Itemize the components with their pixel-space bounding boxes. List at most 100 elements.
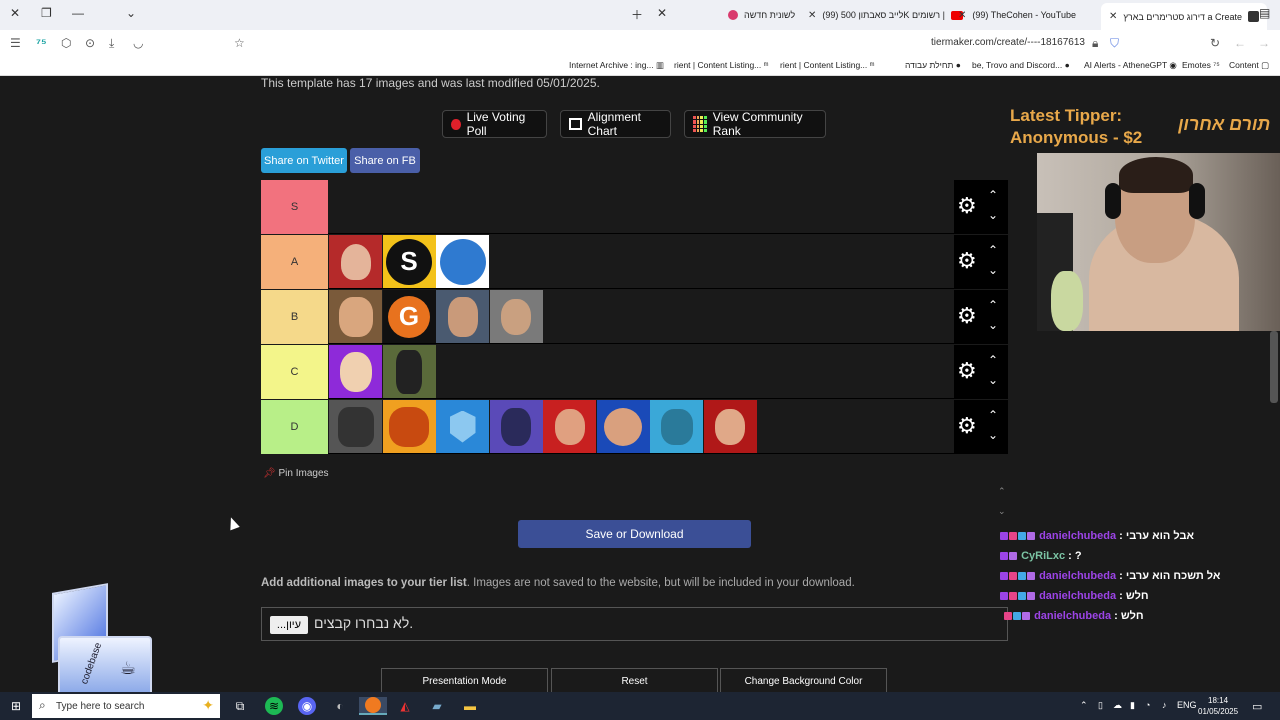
tier-image[interactable] (329, 345, 382, 398)
tier-image[interactable] (436, 290, 489, 343)
tab-list-chevron-icon[interactable]: ⌄ (126, 6, 136, 20)
pocket-icon[interactable]: ◡ (133, 36, 143, 50)
tier-image[interactable] (329, 235, 382, 288)
forward-icon[interactable]: ← (1234, 36, 1246, 50)
extensions-puzzle-icon[interactable]: ⬡ (61, 36, 71, 50)
firefox-icon[interactable] (359, 697, 387, 715)
reset-button[interactable]: Reset (551, 668, 718, 692)
bookmark-emotes[interactable]: Emotes ⁷⁵ (1182, 60, 1220, 70)
gear-icon[interactable]: ⚙ (957, 305, 977, 327)
minimize-window-icon[interactable]: — (72, 6, 84, 20)
spotify-icon[interactable]: ≋ (265, 697, 283, 715)
file-upload-input[interactable]: ...עיון לא נבחרו קבצים. (261, 607, 1008, 641)
restore-window-icon[interactable]: ❐ (41, 6, 52, 20)
reload-icon[interactable]: ↻ (1210, 36, 1220, 50)
close-tab-icon[interactable]: ✕ (1109, 11, 1117, 22)
tier-label-b[interactable]: B (261, 290, 328, 344)
new-tab-icon[interactable]: ＋ (631, 6, 643, 23)
task-view-icon[interactable]: ⧉ (231, 697, 249, 715)
tier-image[interactable] (436, 235, 489, 288)
notifications-icon[interactable]: ▭ (1252, 700, 1262, 713)
bookmark-trovo-discord[interactable]: be, Trovo and Discord... ● (972, 60, 1070, 70)
bookmark-content-listing-1[interactable]: rient | Content Listing... ᵐ (780, 60, 875, 70)
tier-image[interactable] (436, 400, 489, 453)
tray-network-icon[interactable]: ☁ (1113, 700, 1122, 711)
tier-image[interactable]: G (382, 290, 436, 343)
tab-actions-icon[interactable]: ▤ (1259, 6, 1270, 20)
windows-start-icon[interactable]: ⊞ (7, 697, 25, 715)
scroll-down-icon[interactable]: ⌄ (998, 506, 1006, 517)
close-window-icon[interactable]: ✕ (10, 6, 20, 20)
chevron-down-icon[interactable]: ⌄ (988, 208, 998, 222)
chevron-down-icon[interactable]: ⌄ (988, 318, 998, 332)
scrollbar-thumb[interactable] (1270, 331, 1278, 403)
obs-icon[interactable]: ◭ (396, 697, 414, 715)
chevron-down-icon[interactable]: ⌄ (988, 428, 998, 442)
language-indicator[interactable]: ENG (1177, 700, 1197, 710)
tray-app-icon[interactable]: ▯ (1098, 700, 1103, 711)
tier-image[interactable]: S (382, 235, 436, 288)
tier-image[interactable] (596, 400, 650, 453)
gear-icon[interactable]: ⚙ (957, 250, 977, 272)
app-icon[interactable]: ▰ (428, 697, 446, 715)
presentation-mode-button[interactable]: Presentation Mode (381, 668, 548, 692)
close-tab-icon[interactable]: ✕ (808, 10, 816, 21)
bookmark-ai-alerts[interactable]: AI Alerts - AtheneGPT ◉ (1084, 60, 1177, 71)
save-download-button[interactable]: Save or Download (518, 520, 751, 548)
file-explorer-icon[interactable]: ▬ (461, 697, 479, 715)
back-icon[interactable]: → (1258, 36, 1270, 50)
view-community-rank-button[interactable]: View Community Rank (684, 110, 826, 138)
tray-mic-icon[interactable]: ▮ (1130, 700, 1135, 711)
tier-label-d[interactable]: D (261, 400, 328, 454)
url-field[interactable]: tiermaker.com/create/----18167613 (931, 37, 1085, 48)
chevron-up-icon[interactable]: ⌃ (988, 243, 998, 257)
tier-image[interactable] (703, 400, 757, 453)
tray-wifi-icon[interactable]: ◔ (1145, 700, 1150, 710)
pin-images-toggle[interactable]: 📌︎ Pin Images (263, 468, 329, 479)
gear-icon[interactable]: ⚙ (957, 195, 977, 217)
bookmark-internet-archive[interactable]: Internet Archive : ing... ▥ (569, 60, 664, 71)
chevron-down-icon[interactable]: ⌄ (988, 263, 998, 277)
menu-icon[interactable]: ☰ (10, 36, 21, 50)
tier-label-c[interactable]: C (261, 345, 328, 399)
live-voting-poll-button[interactable]: Live Voting Poll (442, 110, 547, 138)
tier-image[interactable] (543, 400, 596, 453)
discord-icon[interactable]: ◉ (298, 697, 316, 715)
tier-label-a[interactable]: A (261, 235, 328, 289)
tab-new-tab[interactable]: לשונית חדשה (720, 3, 803, 27)
steam-icon[interactable]: ◐ (331, 697, 349, 715)
chevron-up-icon[interactable]: ⌃ (988, 353, 998, 367)
share-fb-button[interactable]: Share on FB (350, 148, 420, 173)
taskbar-clock[interactable]: 18:14 01/05/2025 (1198, 695, 1238, 717)
tier-label-s[interactable]: S (261, 180, 328, 234)
download-icon[interactable]: ⤓ (109, 36, 114, 51)
share-twitter-button[interactable]: Share on Twitter (261, 148, 347, 173)
close-tab-icon[interactable]: ✕ (958, 10, 966, 21)
gear-icon[interactable]: ⚙ (957, 360, 977, 382)
tier-image[interactable] (650, 400, 703, 453)
browse-files-button[interactable]: ...עיון (270, 616, 308, 634)
change-background-color-button[interactable]: Change Background Color (720, 668, 887, 692)
tier-image[interactable] (329, 400, 382, 453)
tray-volume-icon[interactable]: ♪ (1162, 700, 1167, 710)
bookmark-start-work[interactable]: תחילת עבודה ● (905, 60, 961, 70)
close-tab-icon[interactable]: ✕ (657, 6, 667, 20)
chevron-up-icon[interactable]: ⌃ (988, 408, 998, 422)
tier-image[interactable] (382, 345, 436, 398)
chevron-up-icon[interactable]: ⌃ (988, 298, 998, 312)
tab-live-subathon[interactable]: ✕ (99) לייב סאבתון 500K רשומים | (800, 3, 971, 27)
lock-icon[interactable]: 🔒︎ (1092, 36, 1098, 51)
tab-tiermaker-create[interactable]: ✕ דירוג סטרימרים בארץ a Create (1101, 3, 1268, 30)
bookmark-star-icon[interactable]: ☆ (234, 36, 245, 50)
tier-image[interactable] (382, 400, 436, 453)
alignment-chart-button[interactable]: Alignment Chart (560, 110, 671, 138)
bookmark-content-listing-2[interactable]: rient | Content Listing... ᵐ (674, 60, 769, 70)
scroll-up-icon[interactable]: ⌃ (998, 486, 1006, 497)
chevron-up-icon[interactable]: ⌃ (988, 188, 998, 202)
history-icon[interactable]: ⊙ (85, 36, 95, 50)
tray-chevron-icon[interactable]: ⌃ (1080, 700, 1088, 711)
tier-image[interactable] (489, 290, 543, 343)
tier-image[interactable] (329, 290, 382, 343)
tier-image[interactable] (489, 400, 543, 453)
gear-icon[interactable]: ⚙ (957, 415, 977, 437)
